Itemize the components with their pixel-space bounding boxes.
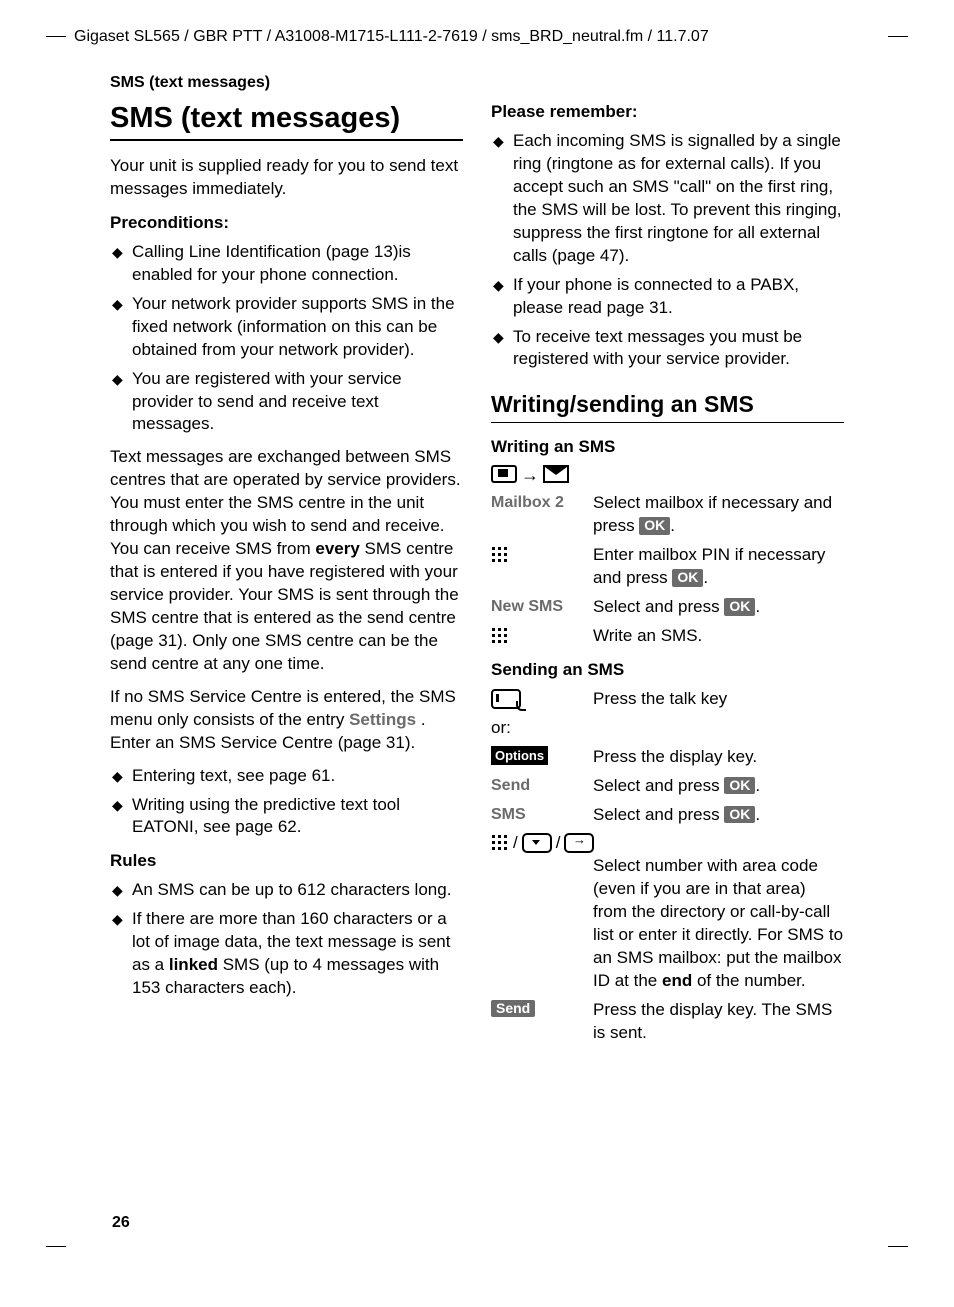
- preconditions-heading: Preconditions:: [110, 213, 463, 233]
- rules-list: An SMS can be up to 612 characters long.…: [110, 879, 463, 1000]
- step-desc: Press the display key.: [593, 746, 844, 769]
- ok-badge-icon: OK: [724, 806, 755, 823]
- step-desc: Press the display key. The SMS is sent.: [593, 999, 844, 1045]
- remember-list: Each incoming SMS is signalled by a sing…: [491, 130, 844, 371]
- crop-mark-icon: [46, 1246, 66, 1247]
- step-row: SMS Select and press OK.: [491, 804, 844, 827]
- list-item: You are registered with your service pro…: [110, 368, 463, 437]
- step-key: [491, 544, 593, 566]
- step-row: or:: [491, 717, 844, 740]
- options-softkey-icon: Options: [491, 746, 548, 766]
- sending-steps: Press the talk key or: Options Press the…: [491, 688, 844, 1045]
- step-desc: Enter mailbox PIN if necessary and press…: [593, 544, 844, 590]
- step-desc: Press the talk key: [593, 688, 844, 711]
- or-label: or:: [491, 717, 844, 740]
- list-item: Entering text, see page 61.: [110, 765, 463, 788]
- sending-heading: Sending an SMS: [491, 660, 844, 680]
- crop-mark-icon: [888, 1246, 908, 1247]
- running-head: SMS (text messages): [68, 74, 886, 92]
- left-column: SMS (text messages) Your unit is supplie…: [74, 102, 463, 1051]
- ok-badge-icon: OK: [724, 777, 755, 794]
- step-desc: Select number with area code (even if yo…: [593, 855, 844, 993]
- list-item: If there are more than 160 characters or…: [110, 908, 463, 1000]
- step-key: [491, 625, 593, 647]
- step-desc: Select and press OK.: [593, 804, 844, 827]
- slash-separator: /: [556, 833, 561, 852]
- step-desc: Write an SMS.: [593, 625, 844, 648]
- arrow-right-icon: →: [521, 465, 539, 486]
- list-item: Each incoming SMS is signalled by a sing…: [491, 130, 844, 268]
- send-softkey-icon: Send: [491, 1000, 535, 1017]
- document-header: Gigaset SL565 / GBR PTT / A31008-M1715-L…: [68, 28, 886, 46]
- step-desc: Select mailbox if necessary and press OK…: [593, 492, 844, 538]
- step-row: Enter mailbox PIN if necessary and press…: [491, 544, 844, 590]
- step-key: //: [491, 833, 594, 854]
- preconditions-list: Calling Line Identification (page 13)is …: [110, 241, 463, 437]
- step-key: New SMS: [491, 596, 593, 618]
- step-key: Send: [491, 999, 593, 1021]
- crop-mark-icon: [888, 36, 908, 37]
- step-row: Options Press the display key.: [491, 746, 844, 769]
- step-key: Mailbox 2: [491, 492, 593, 514]
- page-title: SMS (text messages): [110, 102, 463, 135]
- ok-badge-icon: OK: [672, 569, 703, 586]
- slash-separator: /: [513, 833, 518, 852]
- body-paragraph: If no SMS Service Centre is entered, the…: [110, 686, 463, 755]
- writing-steps: Mailbox 2 Select mailbox if necessary an…: [491, 492, 844, 648]
- right-column: Please remember: Each incoming SMS is si…: [491, 102, 880, 1051]
- two-column-layout: SMS (text messages) Your unit is supplie…: [68, 102, 886, 1051]
- menu-key-icon: [491, 465, 517, 483]
- step-row: Send Select and press OK.: [491, 775, 844, 798]
- step-row: Select number with area code (even if yo…: [491, 855, 844, 993]
- page-number: 26: [112, 1214, 130, 1232]
- step-row: Press the talk key: [491, 688, 844, 711]
- nav-down-icon: [522, 833, 552, 853]
- step-row: Write an SMS.: [491, 625, 844, 648]
- step-row: Send Press the display key. The SMS is s…: [491, 999, 844, 1045]
- list-item: Calling Line Identification (page 13)is …: [110, 241, 463, 287]
- section-rule: [491, 422, 844, 423]
- list-item: Your network provider supports SMS in th…: [110, 293, 463, 362]
- redial-icon: [564, 833, 594, 853]
- title-rule: [110, 139, 463, 141]
- remember-heading: Please remember:: [491, 102, 844, 122]
- envelope-icon: [543, 465, 569, 483]
- ok-badge-icon: OK: [724, 598, 755, 615]
- step-desc: Select and press OK.: [593, 596, 844, 619]
- step-row: New SMS Select and press OK.: [491, 596, 844, 619]
- ok-badge-icon: OK: [639, 517, 670, 534]
- rules-heading: Rules: [110, 851, 463, 871]
- step-key: Send: [491, 775, 593, 797]
- step-key: Options: [491, 746, 593, 768]
- list-item: To receive text messages you must be reg…: [491, 326, 844, 372]
- list-item: If your phone is connected to a PABX, pl…: [491, 274, 844, 320]
- step-key: SMS: [491, 804, 593, 826]
- list-item: Writing using the predictive text tool E…: [110, 794, 463, 840]
- crop-mark-icon: [46, 36, 66, 37]
- step-row: //: [491, 833, 844, 854]
- keypad-icon: [491, 834, 509, 852]
- writing-heading: Writing an SMS: [491, 437, 844, 457]
- keypad-icon: [491, 627, 509, 645]
- section-heading: Writing/sending an SMS: [491, 391, 844, 418]
- list-item: An SMS can be up to 612 characters long.: [110, 879, 463, 902]
- step-desc: Select and press OK.: [593, 775, 844, 798]
- intro-text: Your unit is supplied ready for you to s…: [110, 155, 463, 201]
- keypad-icon: [491, 546, 509, 564]
- body-paragraph: Text messages are exchanged between SMS …: [110, 446, 463, 675]
- talk-key-icon: [491, 689, 521, 709]
- tips-list: Entering text, see page 61. Writing usin…: [110, 765, 463, 840]
- step-row: Mailbox 2 Select mailbox if necessary an…: [491, 492, 844, 538]
- manual-page: Gigaset SL565 / GBR PTT / A31008-M1715-L…: [0, 0, 954, 1307]
- nav-sequence: →: [491, 465, 844, 486]
- step-key: [491, 688, 593, 710]
